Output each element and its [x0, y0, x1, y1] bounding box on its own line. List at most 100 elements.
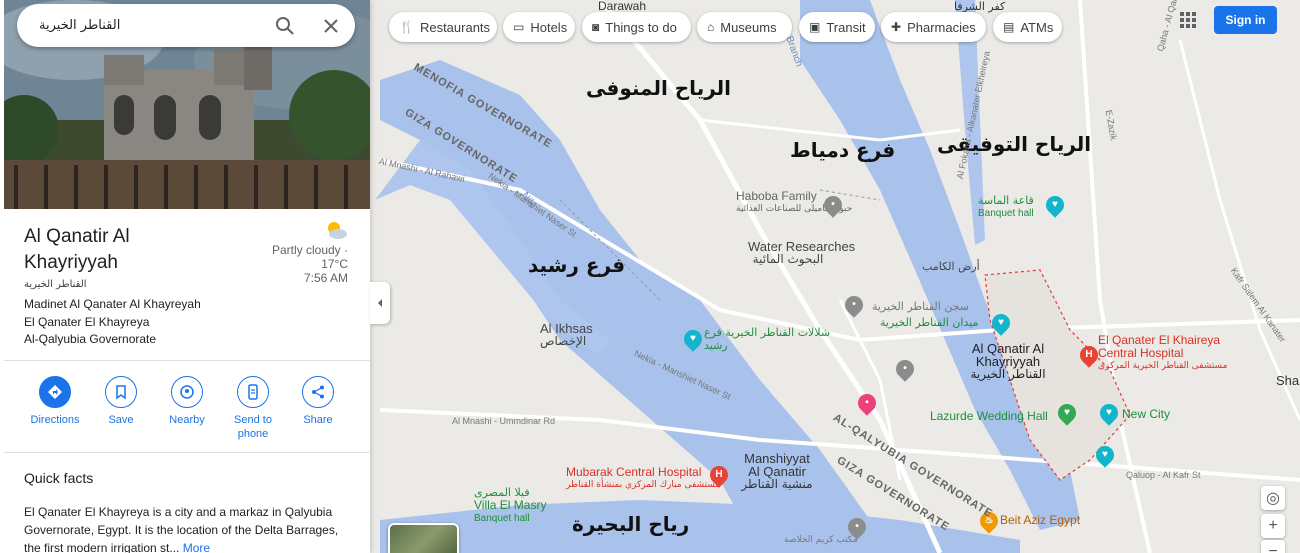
divider [4, 360, 370, 361]
search-box[interactable] [17, 4, 355, 47]
annotation-rashid: فرع رشيد [528, 253, 626, 277]
place-water-researches[interactable]: Water Researches البحوث المائية [748, 240, 855, 266]
chip-restaurants[interactable]: 🍴 Restaurants [389, 12, 497, 42]
chip-atms[interactable]: ▤ ATMs [993, 12, 1062, 42]
chip-transit-label: Transit [826, 19, 866, 35]
chip-things-to-do-label: Things to do [605, 19, 677, 35]
chip-transit[interactable]: ▣ Transit [799, 12, 875, 42]
camera-icon: ◙ [592, 20, 600, 34]
place-mubarak[interactable]: Mubarak Central Hospital مستشفى مبارك ال… [566, 466, 720, 492]
place-panel: Al Qanatir Al Khayriyyah القناطر الخيرية… [0, 0, 370, 553]
quick-facts-text: El Qanater El Khayreya is a city and a m… [24, 505, 339, 553]
place-ard-camp[interactable]: أرض الكامب [922, 260, 980, 273]
place-manshiyyat[interactable]: Manshiyyat Al Qanatir منشية القناطر [740, 452, 814, 491]
divider [4, 452, 370, 453]
chip-pharmacies[interactable]: ✚ Pharmacies [881, 12, 986, 42]
falls-pin[interactable]: ♥ [680, 326, 706, 352]
app: الرياح المنوفى فرع دمياط الرياح التوفيقى… [0, 0, 1300, 553]
place-villa[interactable]: فيلا المصرى Villa El Masry Banquet hall [474, 486, 546, 525]
address-line-2: El Qanater El Khayreya [24, 315, 150, 329]
zoom-out-button[interactable]: − [1261, 540, 1285, 553]
share-button[interactable]: Share [285, 376, 351, 427]
layers-toggle[interactable] [388, 523, 459, 553]
annotation-beheira: رياح البحيرة [572, 512, 690, 536]
bookmark-icon [105, 376, 137, 408]
search-icon[interactable] [273, 14, 297, 38]
place-falls[interactable]: شلالات القناطر الخيرية فرع رشيد [704, 326, 834, 352]
place-hospital-ar: مستشفى القناطر الخيرية المركزى [1098, 361, 1228, 371]
quick-facts-title: Quick facts [24, 470, 94, 486]
save-button[interactable]: Save [88, 376, 154, 427]
place-mubarak-en: Mubarak Central Hospital [566, 465, 702, 479]
place-qanatir-ar: القناطر الخيرية [970, 367, 1046, 381]
place-manshiyyat-ar: منشية القناطر [741, 477, 813, 491]
chip-museums-label: Museums [720, 19, 777, 35]
place-manshiyyat-en: Manshiyyat Al Qanatir [744, 451, 810, 479]
directions-label: Directions [30, 414, 80, 426]
label-al-mnashi-2: Al Mnashi - Ummdinar Rd [452, 416, 556, 426]
place-villa-type: Banquet hall [474, 513, 530, 524]
my-location-icon[interactable]: ◎ [1261, 486, 1285, 510]
annotation-damietta: فرع دمياط [790, 138, 896, 162]
place-square[interactable]: ميدان القناطر الخيرية [880, 316, 978, 329]
search-input[interactable] [39, 14, 269, 36]
place-karim[interactable]: مكتب كريم الخلاصة [784, 534, 858, 547]
pink-pin[interactable]: ▪ [854, 390, 880, 416]
chip-museums[interactable]: ⌂ Museums [697, 12, 792, 42]
green-pin[interactable]: ♥ [1092, 442, 1118, 468]
directions-button[interactable]: Directions [22, 376, 88, 427]
share-label: Share [303, 414, 333, 426]
weather-condition: Partly cloudy · [271, 243, 348, 257]
place-hospital[interactable]: El Qanater El Khaireya Central Hospital … [1098, 334, 1228, 373]
chevron-left-icon [378, 299, 382, 307]
place-prison[interactable]: سجن القناطر الخيرية [872, 300, 969, 313]
chip-hotels[interactable]: ▭ Hotels [503, 12, 575, 42]
weather-temp: 17°C [321, 257, 348, 271]
place-hospital-en: El Qanater El Khaireya Central Hospital [1098, 333, 1221, 360]
place-sha[interactable]: Sha [1276, 374, 1299, 387]
weather-time: 7:56 AM [303, 271, 348, 285]
place-lazurde[interactable]: Lazurde Wedding Hall [930, 410, 1048, 423]
place-beit-aziz[interactable]: Beit Aziz Egypt [1000, 514, 1080, 527]
sign-in-button[interactable]: Sign in [1214, 6, 1277, 34]
nearby-button[interactable]: Nearby [154, 376, 220, 427]
address-line-1: Madinet Al Qanater Al Khayreyah [24, 297, 201, 311]
place-qanatir[interactable]: Al Qanatir Al Khayriyyah القناطر الخيرية [968, 342, 1048, 381]
place-banquet-en: Banquet hall [978, 208, 1034, 219]
atm-icon: ▤ [1003, 20, 1015, 34]
banquet-pin[interactable]: ♥ [1042, 192, 1068, 218]
place-newcity[interactable]: New City [1122, 408, 1170, 421]
chip-things-to-do[interactable]: ◙ Things to do [582, 12, 691, 42]
chip-restaurants-label: Restaurants [419, 19, 491, 35]
close-icon[interactable] [319, 14, 343, 38]
place-banquet[interactable]: قاعة الماسة Banquet hall [978, 194, 1034, 220]
chip-pharmacies-label: Pharmacies [907, 19, 976, 35]
collapse-panel-button[interactable] [370, 282, 390, 324]
place-name-ar: القناطر الخيرية [24, 279, 87, 290]
chip-hotels-label: Hotels [530, 19, 568, 35]
place-villa-en: Villa El Masry [474, 498, 547, 512]
mubarak-pin[interactable]: H [706, 462, 732, 488]
send-to-phone-label: Send to phone [234, 414, 272, 440]
grey-pin[interactable]: • [892, 356, 918, 382]
lazurde-pin[interactable]: ♥ [1054, 400, 1080, 426]
place-qanatir-en: Al Qanatir Al Khayriyyah [971, 341, 1045, 369]
save-label: Save [108, 414, 134, 426]
newcity-pin[interactable]: ♥ [1096, 400, 1122, 426]
weather: Partly cloudy · 17°C 7:56 AM [272, 243, 348, 285]
directions-icon [39, 376, 71, 408]
send-to-phone-button[interactable]: Send to phone [220, 376, 286, 441]
prison-pin[interactable]: • [841, 292, 867, 318]
haboba-pin[interactable]: • [820, 192, 846, 218]
transit-icon: ▣ [809, 20, 821, 34]
restaurant-icon: 🍴 [399, 20, 414, 34]
place-title: Al Qanatir Al Khayriyyah [24, 226, 130, 273]
annotation-menoufy: الرياح المنوفى [586, 76, 732, 100]
apps-grid-icon[interactable] [1180, 12, 1196, 28]
square-pin[interactable]: ♥ [988, 310, 1014, 336]
quick-facts-more-link[interactable]: More [183, 541, 210, 553]
zoom-in-button[interactable]: + [1261, 514, 1285, 538]
place-water-ar: البحوث المائية [752, 252, 824, 266]
place-ikhsas[interactable]: Al Ikhsas الإخصاص [540, 322, 593, 348]
hotel-icon: ▭ [513, 20, 525, 34]
